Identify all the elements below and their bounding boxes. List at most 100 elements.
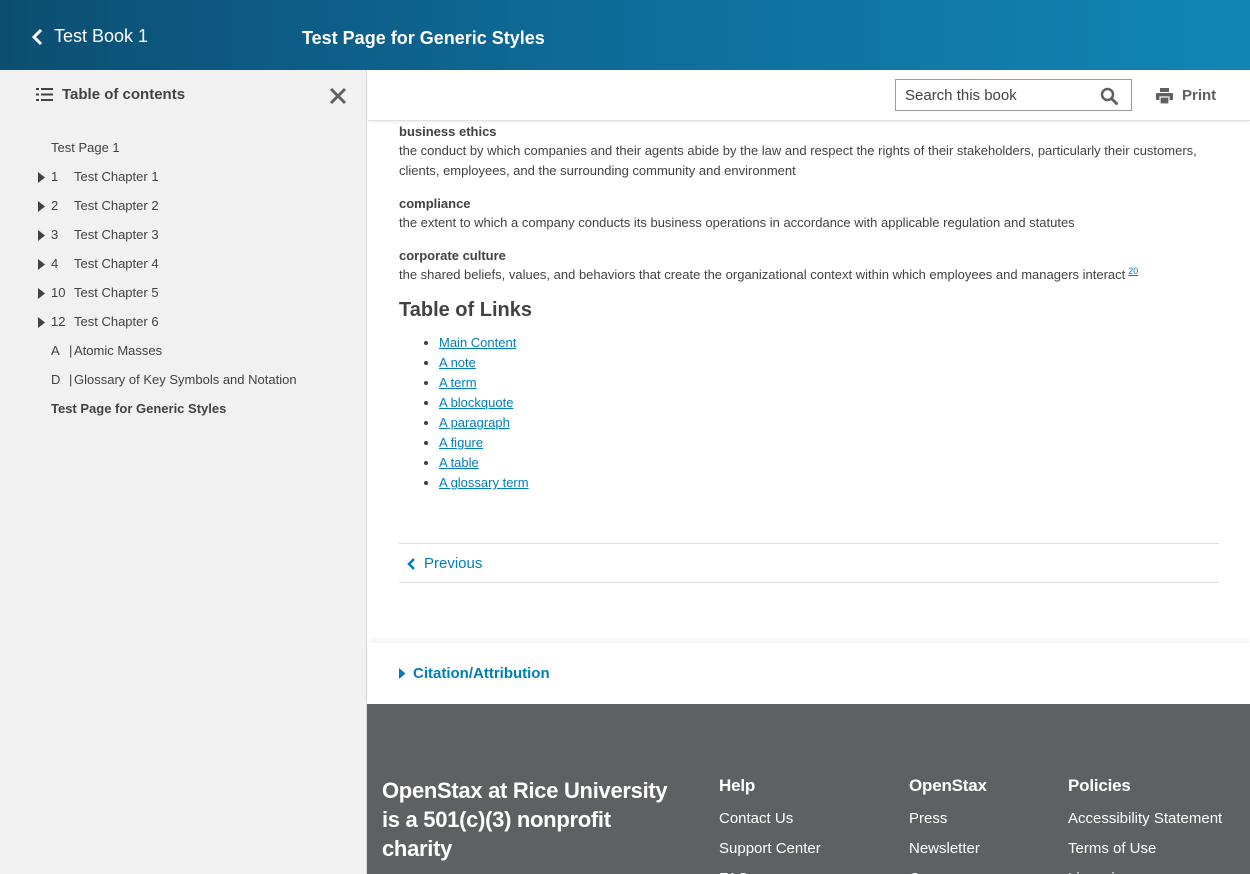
footer-link-terms[interactable]: Terms of Use [1068,834,1222,864]
search-input[interactable] [896,80,1096,110]
link-note[interactable]: A note [439,355,476,370]
toc-list: Test Page 1 1 Test Chapter 1 2 Test Chap… [0,134,367,424]
toc-item-test-page-1[interactable]: Test Page 1 [0,134,367,163]
link-glossary-term[interactable]: A glossary term [439,475,529,490]
caret-right-icon[interactable] [38,172,46,183]
toc-item-chapter-2[interactable]: 2 Test Chapter 2 [0,192,367,221]
link-paragraph[interactable]: A paragraph [439,415,510,430]
toc-item-separator: | [69,343,73,358]
glossary-entry: corporate culture the shared beliefs, va… [399,247,1219,285]
footnote-link[interactable]: 20 [1128,266,1138,276]
previous-button[interactable]: Previous [407,555,482,572]
link-blockquote[interactable]: A blockquote [439,395,513,410]
toc-item-number: 4 [51,256,59,271]
search-icon[interactable] [1100,87,1118,105]
toc-item-separator: | [69,372,73,387]
caret-right-icon[interactable] [38,259,46,270]
footer-link-licensing[interactable]: Licensing [1068,864,1222,874]
toc-item-chapter-5[interactable]: 10 Test Chapter 5 [0,279,367,308]
footer-link-support-center[interactable]: Support Center [719,834,821,864]
footer-link-contact-us[interactable]: Contact Us [719,804,821,834]
print-label: Print [1182,87,1217,104]
chevron-left-icon [407,557,415,570]
list-item: Main Content [439,333,529,353]
toc-item-chapter-6[interactable]: 12 Test Chapter 6 [0,308,367,337]
glossary-definition-text: the shared beliefs, values, and behavior… [399,267,1126,282]
link-term[interactable]: A term [439,375,477,390]
toc-sidebar: Table of contents Test Page 1 1 Test Cha… [0,70,367,874]
list-item: A blockquote [439,393,529,413]
print-button[interactable]: Print [1156,87,1216,104]
footer-link-faq[interactable]: FAQ [719,864,821,874]
list-icon [36,88,53,101]
toc-item-label: Test Chapter 2 [74,198,159,213]
section-heading: Table of Links [399,299,532,321]
link-figure[interactable]: A figure [439,435,483,450]
toc-item-label: Glossary of Key Symbols and Notation [74,372,297,387]
link-main-content[interactable]: Main Content [439,335,516,350]
caret-right-icon[interactable] [38,230,46,241]
toc-item-chapter-1[interactable]: 1 Test Chapter 1 [0,163,367,192]
toc-item-number: D [51,372,61,387]
toc-item-number: 3 [51,227,59,242]
toc-item-number: 10 [51,285,66,300]
charity-statement: OpenStax at Rice University is a 501(c)(… [382,778,668,861]
glossary-definition: the shared beliefs, values, and behavior… [399,265,1219,285]
page-title: Test Page for Generic Styles [302,28,545,48]
glossary-entry: business ethics the conduct by which com… [399,123,1219,181]
footer-heading: Policies [1068,776,1131,795]
footer-heading: Help [719,776,756,795]
toolbar: Print [368,70,1250,121]
toc-heading: Table of contents [36,86,185,103]
list-item: A term [439,373,529,393]
citation-toggle[interactable]: Citation/Attribution [399,665,550,682]
toc-item-label: Test Page 1 [51,140,120,155]
toc-item-label: Atomic Masses [74,343,163,358]
search-box [895,79,1132,111]
links-list: Main Content A note A term A blockquote … [439,333,529,493]
link-table[interactable]: A table [439,455,479,470]
prev-next-bar: Previous [399,543,1219,583]
toc-item-number: A [51,343,60,358]
toc-item-label: Test Chapter 1 [74,169,159,184]
caret-right-icon[interactable] [38,288,46,299]
footer-link-press[interactable]: Press [909,804,987,834]
toc-item-number: 2 [51,198,59,213]
footer: OpenStax at Rice University is a 501(c)(… [367,704,1250,874]
close-icon[interactable] [329,87,347,105]
toc-item-chapter-4[interactable]: 4 Test Chapter 4 [0,250,367,279]
toc-item-current-page[interactable]: Test Page for Generic Styles [0,395,367,424]
toc-item-appendix-a[interactable]: A | Atomic Masses [0,337,367,366]
footer-link-careers[interactable]: Careers [909,864,987,874]
list-item: A note [439,353,529,373]
toc-item-chapter-3[interactable]: 3 Test Chapter 3 [0,221,367,250]
footer-link-newsletter[interactable]: Newsletter [909,834,987,864]
page-content: business ethics the conduct by which com… [399,121,1219,490]
toc-item-label: Test Chapter 3 [74,227,159,242]
caret-right-icon[interactable] [38,201,46,212]
list-item: A glossary term [439,473,529,493]
footer-link-accessibility[interactable]: Accessibility Statement [1068,804,1222,834]
footer-help-column: Help Contact Us Support Center FAQ [719,776,821,874]
toc-item-number: 12 [51,314,66,329]
chevron-left-icon [31,28,43,45]
citation-panel: Citation/Attribution [368,643,1250,704]
toc-item-appendix-d[interactable]: D | Glossary of Key Symbols and Notation [0,366,367,395]
list-item: A table [439,453,529,473]
footer-openstax-column: OpenStax Press Newsletter Careers [909,776,987,874]
caret-right-icon[interactable] [38,317,46,328]
book-title: Test Book 1 [54,26,149,46]
back-to-book-link[interactable]: Test Book 1 [30,26,148,47]
toc-heading-label: Table of contents [62,86,186,103]
footer-heading: OpenStax [909,776,987,795]
toc-item-number: 1 [51,169,59,184]
citation-label: Citation/Attribution [413,665,550,682]
footer-policies-column: Policies Accessibility Statement Terms o… [1068,776,1222,874]
caret-right-icon [399,668,406,679]
previous-label: Previous [424,555,483,572]
printer-icon [1156,87,1173,104]
glossary-term: business ethics [399,124,497,139]
top-bar: Test Book 1 Test Page for Generic Styles [0,0,1250,70]
glossary-term: corporate culture [399,248,506,263]
glossary-term: compliance [399,196,471,211]
